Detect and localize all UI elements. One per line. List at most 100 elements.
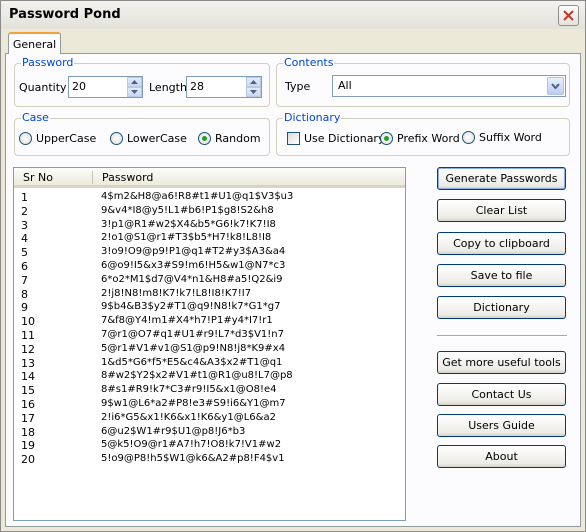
password-cell: 5@k5!O9@r1#A7!h7!O8!k7!V1#w2 (101, 439, 282, 451)
tab-general[interactable]: General (8, 32, 61, 54)
password-cell: 3!p1@R1#w2$X4&b5*G6!k7!K7!I8 (101, 218, 276, 230)
type-select[interactable]: All (332, 75, 566, 97)
contact-us-button[interactable]: Contact Us (437, 383, 566, 406)
password-cell: 9$w1@L6*a2#P8!e3#S9!i6&Y1@m7 (101, 398, 286, 409)
sr-no-cell: 7 (21, 273, 28, 287)
sr-no-cell: 8 (21, 287, 28, 301)
get-more-tools-button[interactable]: Get more useful tools (437, 351, 566, 374)
list-item[interactable]: 10 7&f8@Y4!m1#X4*h7!P1#y4*I7!r1 (14, 315, 405, 329)
arrow-up-icon (250, 80, 257, 84)
list-item[interactable]: 18 6@u2$W1#r9$U1@p8!J6*b3 (14, 426, 405, 440)
radio-lowercase[interactable]: LowerCase (110, 132, 187, 145)
password-cell: 8#s1#R9!k7*C3#r9!I5&x1@O8!e4 (101, 384, 277, 396)
sr-no-cell: 16 (21, 398, 35, 411)
sr-no-cell: 6 (21, 260, 28, 273)
case-group: Case UpperCase LowerCase Random (14, 111, 270, 156)
dictionary-button[interactable]: Dictionary (437, 296, 566, 319)
password-cell: 2!o1@S1@r1#T3$b5*H7!k8!L8!I8 (101, 232, 272, 244)
password-list[interactable]: Sr No Password 1 4$m2&H8@a6!R8#t1#U1@q1$V… (13, 167, 406, 521)
type-label: Type (285, 80, 311, 93)
case-group-label: Case (21, 111, 50, 124)
list-item[interactable]: 2 9&v4*I8@y5!L1#b6!P1$g8!S2&h8 (14, 205, 405, 219)
password-cell: 2!i6*G5&x1!K6&x1!K6&y1@L6&a2 (101, 411, 276, 423)
list-item[interactable]: 19 5@k5!O9@r1#A7!h7!O8!k7!V1#w2 (14, 439, 405, 453)
radio-prefix-word[interactable]: Prefix Word (380, 132, 460, 145)
list-item[interactable]: 14 8#w2$Y2$x2#V1#t1@R1@u8!L7@p8 (14, 370, 405, 384)
password-cell: 3!o9!O9@p9!P1@q1#T2#y3$A3&a4 (101, 246, 286, 258)
users-guide-button[interactable]: Users Guide (437, 414, 566, 437)
length-label: Length (149, 81, 187, 94)
length-value: 28 (190, 80, 204, 93)
list-item[interactable]: 4 2!o1@S1@r1#T3$b5*H7!k8!L8!I8 (14, 232, 405, 246)
length-up-button[interactable] (246, 77, 261, 87)
quantity-label: Quantity (19, 81, 67, 94)
column-divider[interactable] (92, 171, 93, 184)
checkbox-box (287, 132, 300, 145)
radio-random[interactable]: Random (198, 132, 261, 145)
radio-suffix-word[interactable]: Suffix Word (462, 131, 542, 144)
list-item[interactable]: 17 2!i6*G5&x1!K6&x1!K6&y1@L6&a2 (14, 412, 405, 426)
title-bar: Password Pond (1, 1, 585, 29)
length-stepper[interactable]: 28 (186, 76, 262, 98)
length-down-button[interactable] (246, 87, 261, 97)
sr-no-cell: 10 (21, 315, 35, 329)
password-cell: 9$b4&B3$y2#T1@q9!N8!k7*G1*g7 (101, 301, 281, 313)
sr-no-cell: 12 (21, 342, 35, 356)
list-item[interactable]: 11 7@r1@O7#q1#U1#r9!L7*d3$V1!n7 (14, 329, 405, 343)
save-to-file-button[interactable]: Save to file (437, 264, 566, 287)
dictionary-group: Dictionary Use Dictionary Prefix Word Su… (276, 111, 570, 156)
radio-circle (110, 132, 123, 145)
list-item[interactable]: 1 4$m2&H8@a6!R8#t1#U1@q1$V3$u3 (14, 191, 405, 205)
generate-passwords-button[interactable]: Generate Passwords (437, 167, 566, 190)
quantity-stepper[interactable]: 20 (68, 76, 143, 98)
password-cell: 5!o9@P8!h5$W1@k6&A2#p8!F4$v1 (101, 453, 285, 465)
list-item[interactable]: 13 1&d5*G6*f5*E5&c4&A3$x2#T1@q1 (14, 357, 405, 371)
list-item[interactable]: 20 5!o9@P8!h5$W1@k6&A2#p8!F4$v1 (14, 453, 405, 467)
column-header-password[interactable]: Password (102, 171, 153, 184)
password-cell: 5@r1#V1#v1@S1@p9!N8!j8*K9#x4 (101, 342, 286, 354)
radio-circle-selected (380, 132, 393, 145)
list-item[interactable]: 6 6@o9!I5&x3#S9!m6!H5&w1@N7*c3 (14, 260, 405, 274)
about-button[interactable]: About (437, 445, 566, 468)
password-cell: 4$m2&H8@a6!R8#t1#U1@q1$V3$u3 (101, 191, 294, 202)
list-item[interactable]: 12 5@r1#V1#v1@S1@p9!N8!j8*K9#x4 (14, 343, 405, 357)
list-item[interactable]: 7 6*o2*M1$d7@V4*n1&H8#a5!Q2&i9 (14, 274, 405, 288)
list-item[interactable]: 15 8#s1#R9!k7*C3#r9!I5&x1@O8!e4 (14, 384, 405, 398)
sr-no-cell: 13 (21, 356, 35, 370)
list-item[interactable]: 8 2!j8!N8!m8!K7!k7!L8!I8!K7!I7 (14, 288, 405, 302)
password-cell: 1&d5*G6*f5*E5&c4&A3$x2#T1@q1 (101, 356, 283, 368)
radio-uppercase-label: UpperCase (36, 132, 97, 145)
list-item[interactable]: 16 9$w1@L6*a2#P8!e3#S9!i6&Y1@m7 (14, 398, 405, 412)
radio-uppercase[interactable]: UpperCase (19, 132, 96, 145)
sr-no-cell: 14 (21, 370, 35, 384)
list-item[interactable]: 3 3!p1@R1#w2$X4&b5*G6!k7!K7!I8 (14, 219, 405, 233)
password-cell: 9&v4*I8@y5!L1#b6!P1$g8!S2&h8 (101, 204, 274, 216)
column-header-sr-no[interactable]: Sr No (23, 171, 53, 184)
quantity-up-button[interactable] (127, 77, 142, 87)
copy-to-clipboard-button[interactable]: Copy to clipboard (437, 232, 566, 255)
close-icon (563, 10, 574, 21)
radio-circle (462, 131, 475, 144)
use-dictionary-checkbox[interactable]: Use Dictionary (287, 132, 384, 145)
password-cell: 7&f8@Y4!m1#X4*h7!P1#y4*I7!r1 (101, 315, 273, 327)
password-cell: 6@o9!I5&x3#S9!m6!H5&w1@N7*c3 (101, 260, 286, 271)
type-dropdown-button[interactable] (547, 77, 564, 95)
sr-no-cell: 5 (21, 246, 28, 260)
sr-no-cell: 19 (21, 439, 35, 453)
sr-no-cell: 2 (21, 204, 28, 218)
dictionary-group-label: Dictionary (283, 111, 342, 124)
sr-no-cell: 17 (21, 411, 35, 425)
password-cell: 6@u2$W1#r9$U1@p8!J6*b3 (101, 425, 246, 437)
password-cell: 8#w2$Y2$x2#V1#t1@R1@u8!L7@p8 (101, 370, 293, 382)
window-title: Password Pond (9, 7, 121, 22)
contents-group-label: Contents (283, 56, 335, 69)
list-header: Sr No Password (14, 168, 405, 188)
list-item[interactable]: 9 9$b4&B3$y2#T1@q9!N8!k7*G1*g7 (14, 301, 405, 315)
clear-list-button[interactable]: Clear List (437, 199, 566, 222)
password-cell: 6*o2*M1$d7@V4*n1&H8#a5!Q2&i9 (101, 273, 283, 285)
list-item[interactable]: 5 3!o9!O9@p9!P1@q1#T2#y3$A3&a4 (14, 246, 405, 260)
arrow-down-icon (131, 90, 138, 94)
close-button[interactable] (558, 5, 579, 26)
use-dictionary-label: Use Dictionary (304, 132, 385, 145)
quantity-down-button[interactable] (127, 87, 142, 97)
